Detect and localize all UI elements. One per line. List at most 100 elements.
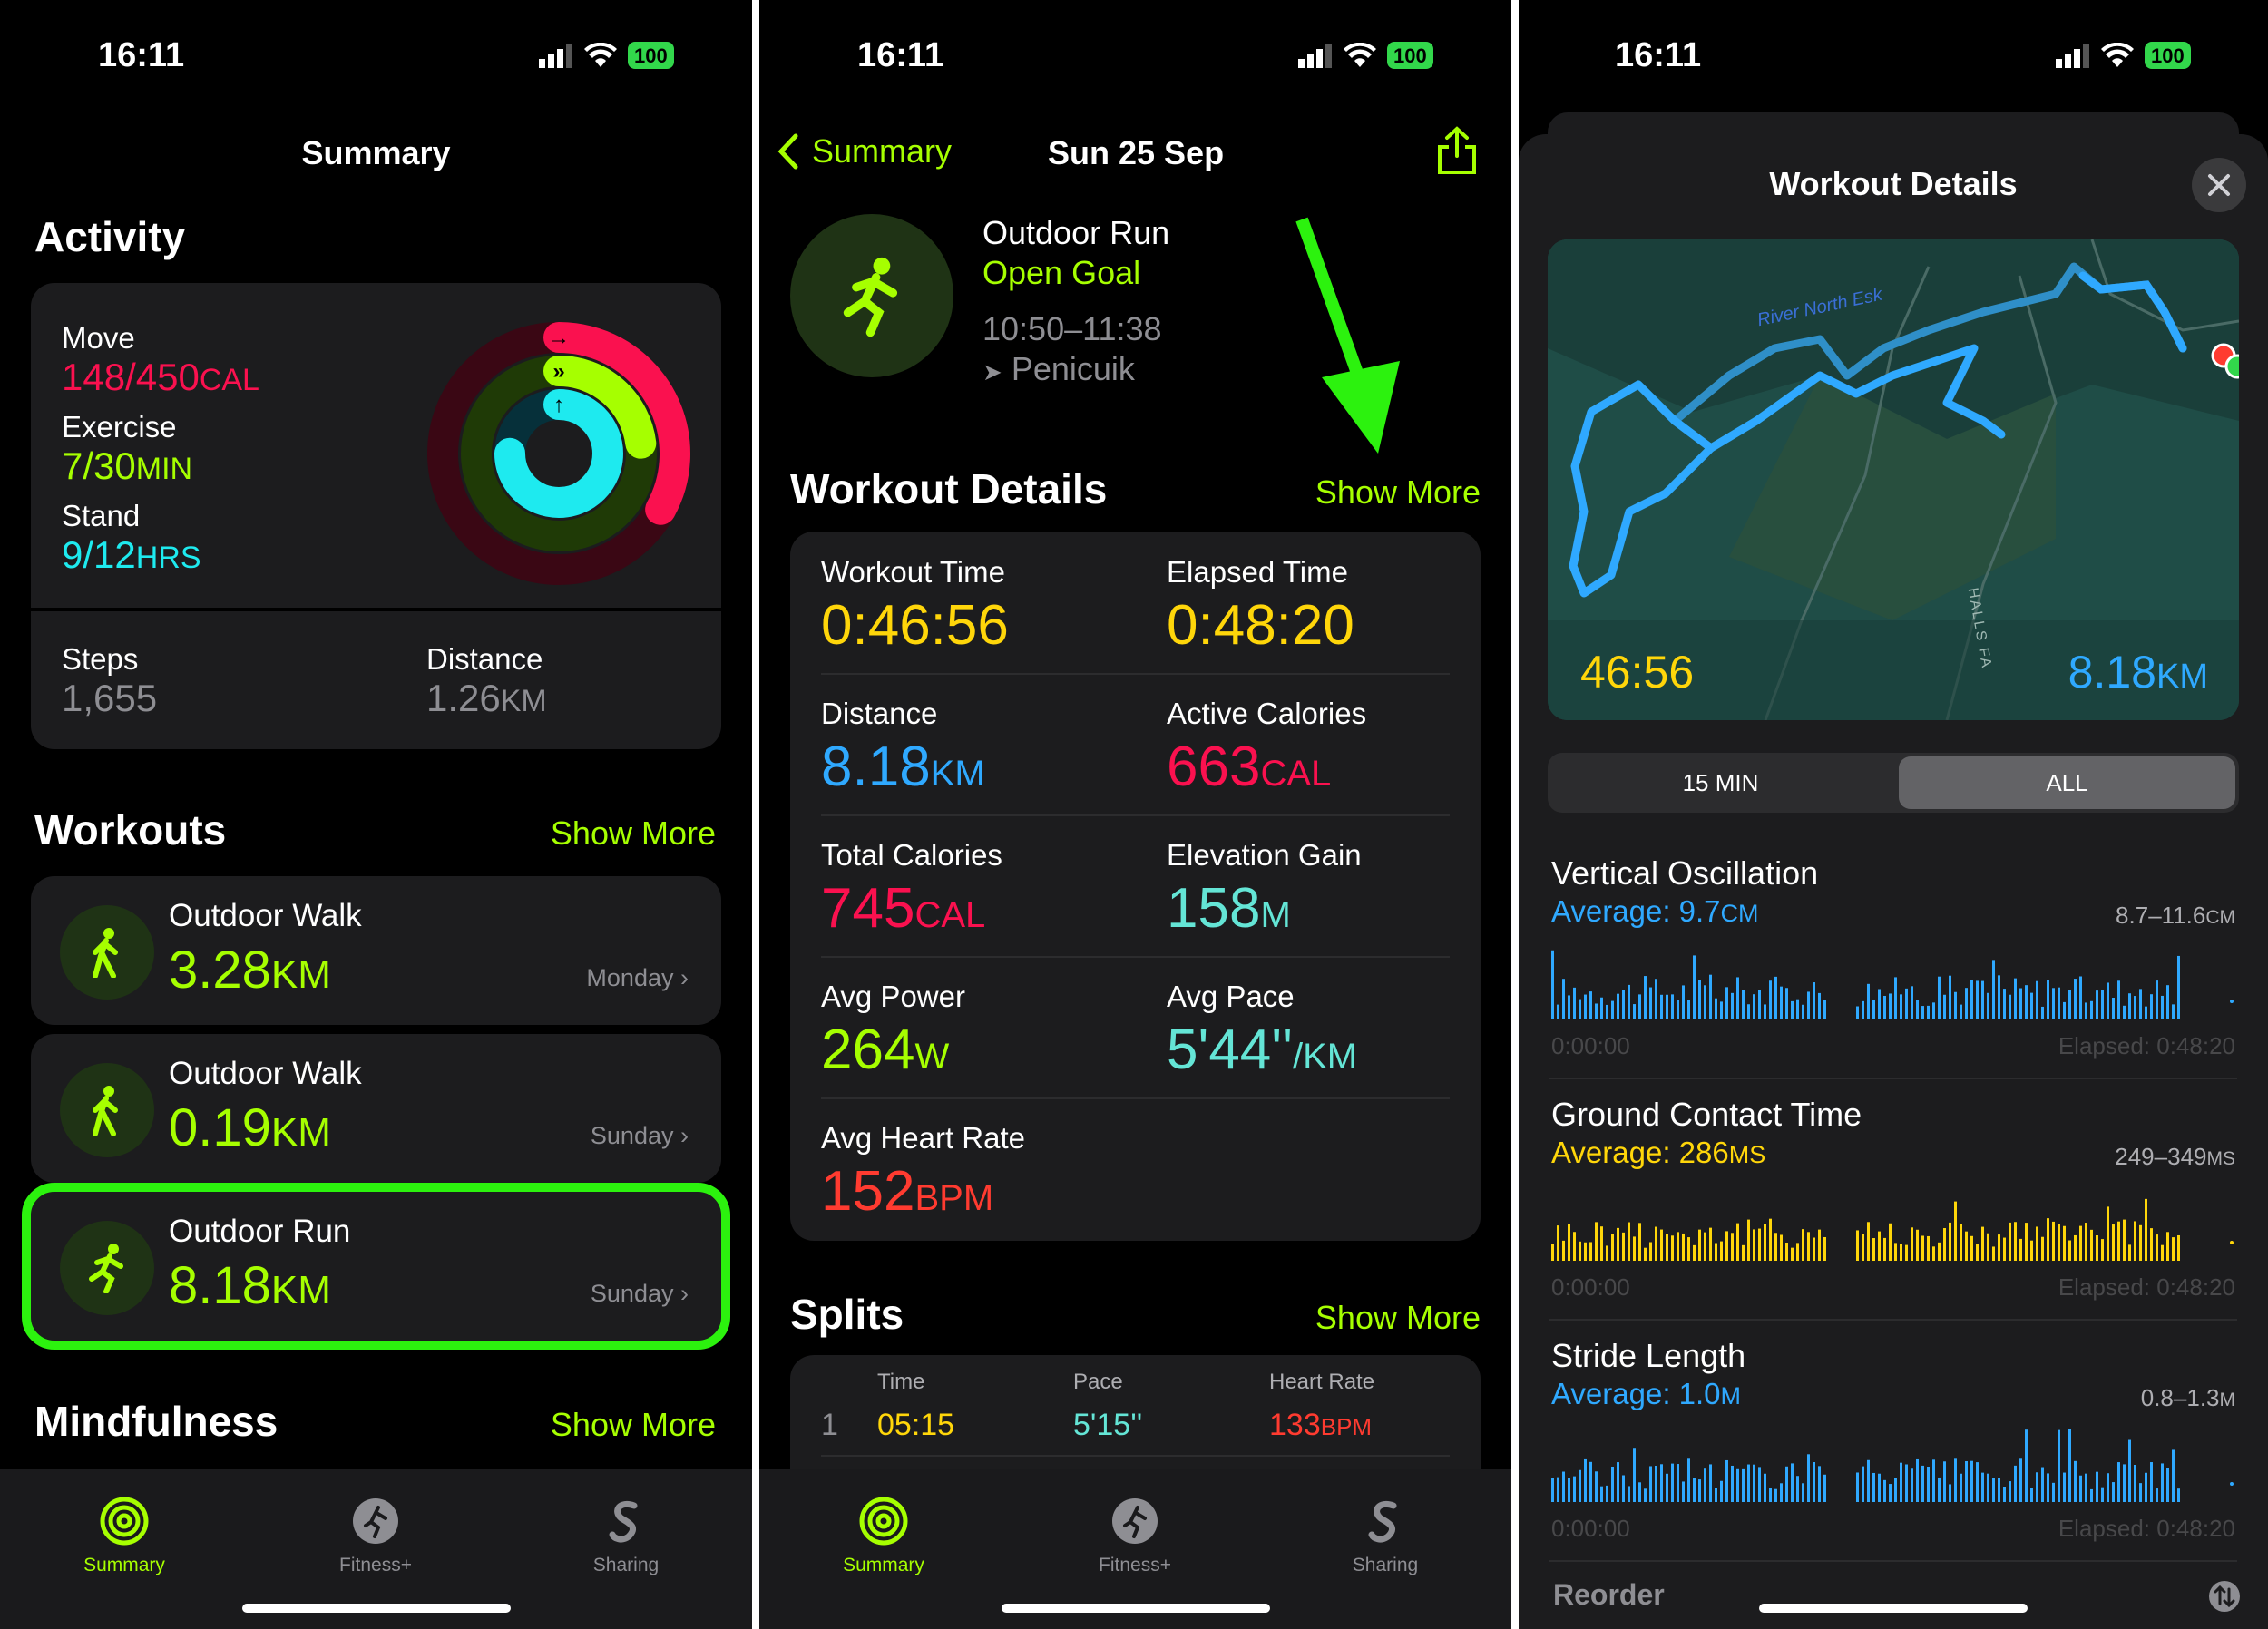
chart-bar xyxy=(2036,1472,2038,1502)
metric-range: 8.7–11.6 xyxy=(2116,902,2206,929)
chart-bar xyxy=(2052,988,2055,1019)
split-pace: 5'15'' xyxy=(1073,1408,1143,1442)
chart-bar xyxy=(2085,1002,2087,1019)
detail-label: Workout Time xyxy=(821,555,1005,589)
steps-stat: Steps 1,655 xyxy=(62,642,157,720)
chart-bar xyxy=(1731,1465,1734,1502)
route-map[interactable]: River North Esk HALLS FA 46:56 8.18KM xyxy=(1548,239,2239,720)
metric-vertical-oscillation[interactable]: Vertical Oscillation Average: 9.7CM 8.7–… xyxy=(1519,838,2268,1078)
activity-card[interactable]: Move 148/450CAL Exercise 7/30MIN Stand 9… xyxy=(31,283,721,749)
chart-bar xyxy=(1796,1243,1799,1261)
metric-range-unit: CM xyxy=(2205,907,2235,928)
chart-bar xyxy=(2112,1224,2115,1261)
chart-bar xyxy=(1813,1237,1815,1261)
chart-bar xyxy=(1628,1222,1630,1261)
workout-row-run[interactable]: Outdoor Run 8.18KM Sunday › xyxy=(22,1183,730,1350)
chart-bar xyxy=(1579,1469,1581,1502)
tab-summary[interactable]: Summary xyxy=(34,1497,215,1576)
wifi-icon xyxy=(2101,43,2134,67)
chart-bar xyxy=(2079,1475,2082,1502)
splits-title: Splits xyxy=(790,1291,904,1338)
workout-row-walk-2[interactable]: Outdoor Walk 0.19KM Sunday › xyxy=(31,1034,721,1183)
chart-bar xyxy=(1677,1000,1679,1019)
stand-label: Stand xyxy=(62,499,141,532)
chart-bar xyxy=(1774,1488,1777,1502)
fitness-plus-icon xyxy=(353,1498,398,1544)
chart-bar xyxy=(1633,1236,1636,1261)
mindfulness-show-more[interactable]: Show More xyxy=(551,1406,716,1444)
tab-fitness[interactable]: Fitness+ xyxy=(285,1497,466,1576)
chart-bar xyxy=(1818,992,1821,1019)
chart-bar xyxy=(2058,1224,2060,1261)
share-icon[interactable] xyxy=(1436,125,1478,176)
workout-value: 8.18 xyxy=(169,1256,271,1315)
detail-label: Elevation Gain xyxy=(1167,838,1362,872)
tab-fitness-label: Fitness+ xyxy=(1099,1555,1171,1575)
details-show-more[interactable]: Show More xyxy=(1315,473,1481,512)
metric-ground-contact-time[interactable]: Ground Contact Time Average: 286MS 249–3… xyxy=(1519,1079,2268,1319)
tab-sharing[interactable]: Sharing xyxy=(535,1497,717,1576)
tab-fitness-label: Fitness+ xyxy=(339,1555,412,1575)
chart-bar xyxy=(2128,993,2131,1019)
chart-bar xyxy=(1862,1466,1864,1502)
chart-bar xyxy=(2139,1483,2142,1502)
map-distance: 8.18 xyxy=(2068,647,2156,697)
splits-show-more[interactable]: Show More xyxy=(1315,1299,1481,1337)
move-value: 148/450 xyxy=(62,356,200,398)
chart-bar xyxy=(1780,1234,1783,1261)
chart-bar xyxy=(1584,1242,1587,1261)
chart-bar xyxy=(1606,1004,1608,1019)
chart-bar xyxy=(1704,1232,1706,1261)
status-time: 16:11 xyxy=(98,36,185,74)
chart-bar xyxy=(2172,1004,2175,1019)
chart-bar xyxy=(1856,1230,1859,1261)
chart-end-dot xyxy=(2230,1000,2234,1003)
back-button[interactable]: Summary xyxy=(776,132,952,171)
chart-bar xyxy=(2074,1460,2077,1502)
cellular-icon xyxy=(1298,44,1332,68)
splits-header-pace: Pace xyxy=(1073,1370,1123,1394)
chart-bar xyxy=(1992,1478,1995,1502)
tab-sharing[interactable]: Sharing xyxy=(1295,1497,1476,1576)
close-button[interactable] xyxy=(2192,158,2246,212)
metric-stride-length[interactable]: Stride Length Average: 1.0M 0.8–1.3M 0:0… xyxy=(1519,1321,2268,1560)
chart-bar xyxy=(1796,999,1799,1019)
chart-bar xyxy=(1818,1229,1821,1261)
chart-bar xyxy=(1622,1232,1625,1261)
workouts-show-more[interactable]: Show More xyxy=(551,814,716,853)
chart-bar xyxy=(1720,1480,1723,1502)
segment-15-min[interactable]: 15 MIN xyxy=(1548,753,1893,813)
chart-bar xyxy=(1655,1226,1657,1261)
detail-unit: KM xyxy=(930,754,985,794)
chart-bar xyxy=(2079,1225,2082,1261)
chart-bar xyxy=(1698,980,1701,1019)
chart-bar xyxy=(2128,1244,2131,1261)
metric-start-label: 0:00:00 xyxy=(1551,1032,1630,1059)
move-label: Move xyxy=(62,321,135,355)
metric-end-label: Elapsed: 0:48:20 xyxy=(2058,1515,2235,1542)
workout-value: 0.19 xyxy=(169,1098,271,1157)
chart-bar xyxy=(2009,994,2011,1019)
workout-day: Monday xyxy=(586,964,674,991)
segment-all[interactable]: ALL xyxy=(1899,756,2235,809)
chart-bar xyxy=(2090,1229,2093,1261)
chart-bar xyxy=(1774,1233,1777,1261)
chart-bar xyxy=(2030,1240,2033,1261)
chart-bar xyxy=(1600,997,1603,1019)
tab-summary[interactable]: Summary xyxy=(793,1497,974,1576)
reorder-label[interactable]: Reorder xyxy=(1553,1578,1665,1612)
wifi-icon xyxy=(584,43,617,67)
chart-bar xyxy=(2156,1488,2158,1502)
activity-title: Activity xyxy=(34,213,186,260)
tab-fitness[interactable]: Fitness+ xyxy=(1044,1497,1226,1576)
detail-label: Avg Heart Rate xyxy=(821,1121,1026,1155)
reorder-icon[interactable] xyxy=(2208,1580,2241,1613)
chart-bar xyxy=(1622,1475,1625,1502)
workout-row-walk-1[interactable]: Outdoor Walk 3.28KM Monday › xyxy=(31,876,721,1025)
exercise-unit: MIN xyxy=(135,452,193,486)
split-heart-rate-unit: BPM xyxy=(1320,1413,1373,1440)
chart-bar xyxy=(1960,1224,1962,1261)
activity-rings: → » ↑ xyxy=(427,322,690,585)
chart-bar xyxy=(2166,1232,2169,1261)
distance-label: Distance xyxy=(426,642,543,676)
